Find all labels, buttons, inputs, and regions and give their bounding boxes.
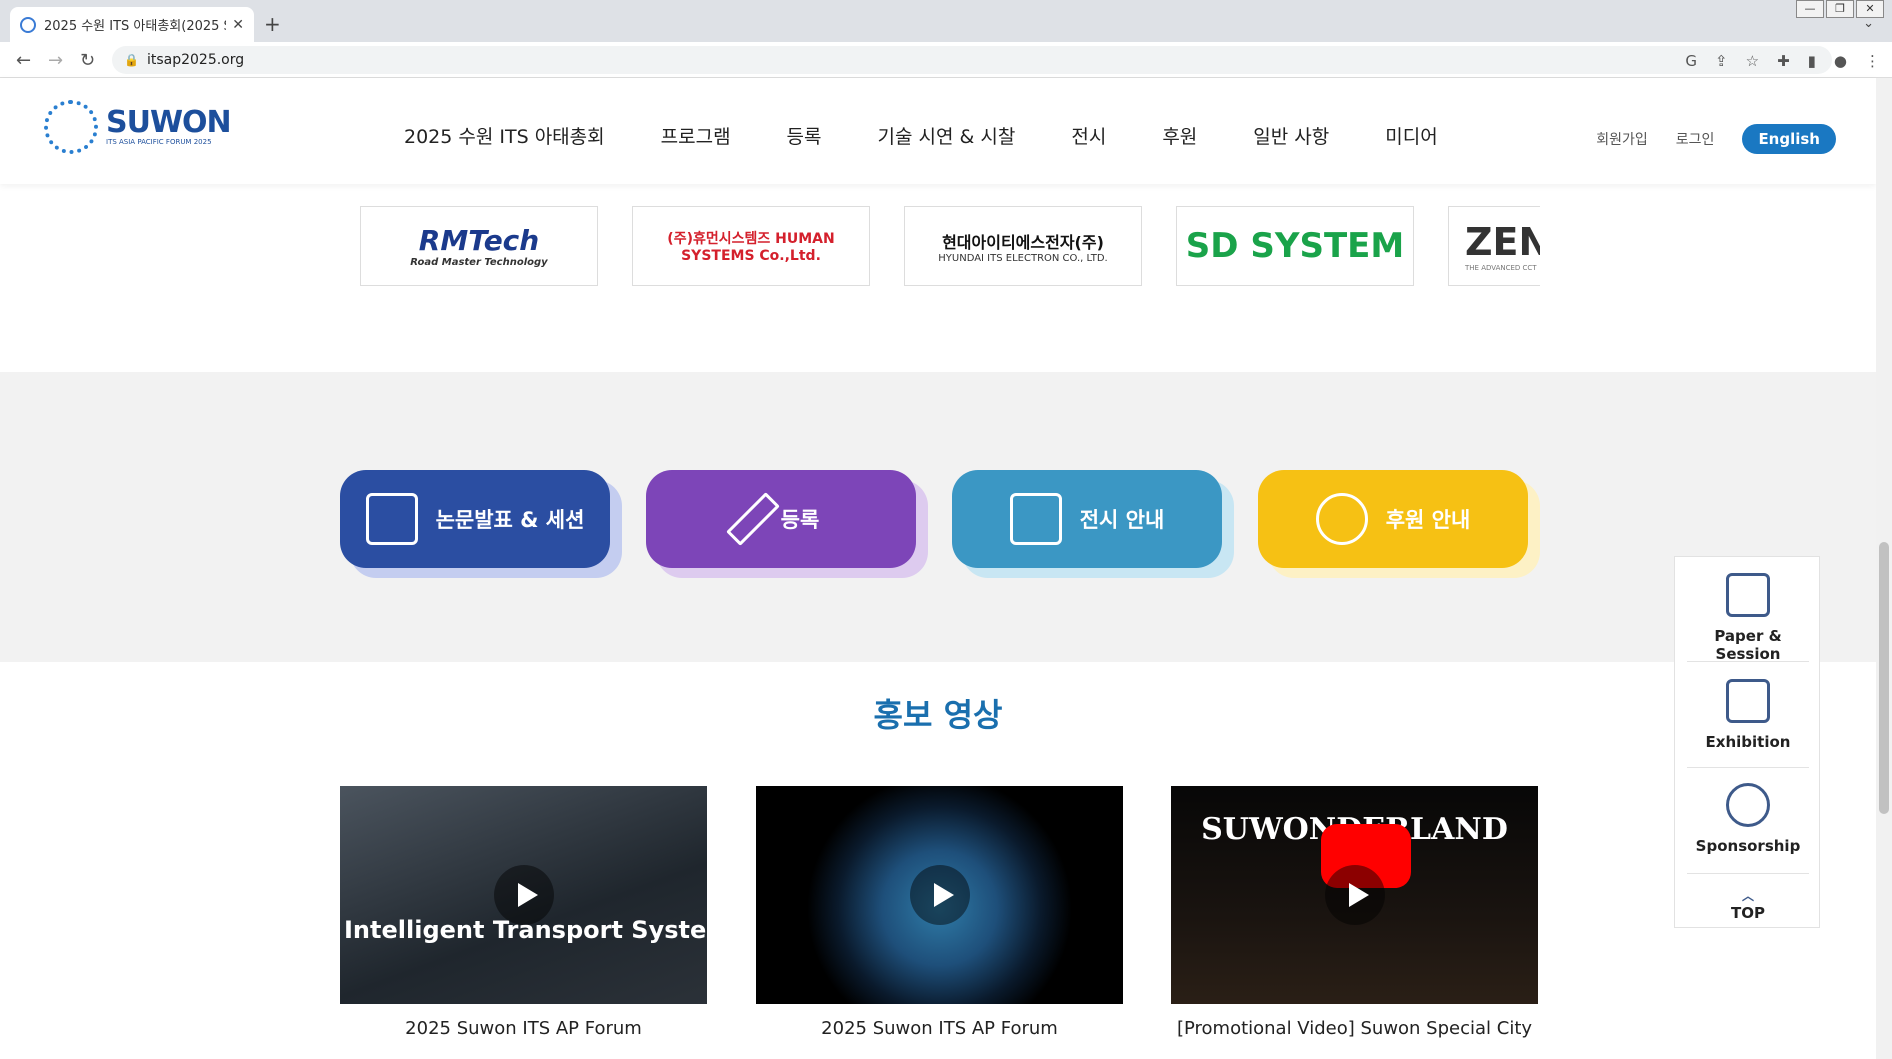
back-icon[interactable]: ← bbox=[16, 50, 31, 71]
minimize-icon[interactable]: — bbox=[1796, 0, 1824, 18]
quick-link-exhibition[interactable]: 전시 안내 bbox=[952, 470, 1234, 580]
share-icon[interactable]: ⇪ bbox=[1715, 52, 1728, 70]
reload-icon[interactable]: ↻ bbox=[80, 50, 95, 71]
video-thumbnail[interactable]: Intelligent Transport Systems bbox=[340, 786, 707, 1004]
quick-links-section: 논문발표 & 세션 등록 전시 안내 후원 안내 bbox=[0, 372, 1876, 662]
menu-icon[interactable]: ⋮ bbox=[1865, 52, 1880, 70]
quick-link-label: 전시 안내 bbox=[1079, 508, 1165, 532]
sponsor-name: (주)휴먼시스템즈 HUMAN SYSTEMS Co.,Ltd. bbox=[667, 231, 835, 264]
main-nav: 2025 수원 ITS 아태총회 프로그램 등록 기술 시연 & 시찰 전시 후… bbox=[404, 122, 1438, 149]
floating-quick-menu: Paper & Session Exhibition Sponsorship ︿… bbox=[1674, 556, 1820, 928]
english-button[interactable]: English bbox=[1742, 124, 1836, 154]
video-caption[interactable]: 2025 Suwon ITS AP Forum bbox=[756, 1018, 1123, 1039]
login-link[interactable]: 로그인 bbox=[1676, 129, 1715, 149]
restore-icon[interactable]: ❐ bbox=[1826, 0, 1854, 18]
quick-link-label: 등록 bbox=[780, 508, 820, 532]
video-thumbnail[interactable]: SUWONDERLAND bbox=[1171, 786, 1538, 1004]
nav-item-tech-tour[interactable]: 기술 시연 & 시찰 bbox=[878, 122, 1016, 149]
browser-tab[interactable]: 2025 수원 ITS 아태총회(2025 Su ✕ bbox=[10, 7, 254, 42]
hand-coin-icon bbox=[1315, 493, 1368, 545]
page-scrollbar[interactable] bbox=[1876, 78, 1892, 1059]
side-item-label: Sponsorship bbox=[1695, 837, 1801, 855]
top-label: TOP bbox=[1731, 904, 1765, 922]
star-icon[interactable]: ☆ bbox=[1746, 52, 1759, 70]
quick-link-label: 논문발표 & 세션 bbox=[435, 508, 585, 532]
nav-item-exhibition[interactable]: 전시 bbox=[1071, 122, 1106, 149]
sponsor-name: ZEN bbox=[1465, 220, 1540, 264]
sponsor-name: SD SYSTEM bbox=[1185, 226, 1405, 266]
quick-link-registration[interactable]: 등록 bbox=[646, 470, 928, 580]
forward-icon[interactable]: → bbox=[48, 50, 63, 71]
browser-tab-bar: 2025 수원 ITS 아태총회(2025 Su ✕ + ⌄ — ❐ ✕ bbox=[0, 0, 1892, 42]
globe-icon bbox=[20, 16, 36, 33]
people-icon bbox=[1726, 783, 1770, 827]
site-logo[interactable]: SUWON ITS ASIA PACIFIC FORUM 2025 bbox=[44, 100, 232, 154]
lock-icon: 🔒 bbox=[124, 53, 139, 67]
window-controls: — ❐ ✕ bbox=[1796, 0, 1884, 18]
extensions-icon[interactable]: ✚ bbox=[1777, 52, 1790, 70]
sponsor-name: 현대아이티에스전자(주) bbox=[942, 232, 1104, 252]
close-window-icon[interactable]: ✕ bbox=[1856, 0, 1884, 18]
site-header: SUWON ITS ASIA PACIFIC FORUM 2025 2025 수… bbox=[0, 78, 1876, 184]
video-caption[interactable]: 2025 Suwon ITS AP Forum bbox=[340, 1018, 707, 1039]
plus-icon[interactable]: + bbox=[264, 12, 281, 36]
url-text: itsap2025.org bbox=[146, 52, 245, 68]
nav-item-forum[interactable]: 2025 수원 ITS 아태총회 bbox=[404, 122, 605, 149]
nav-item-registration[interactable]: 등록 bbox=[787, 122, 822, 149]
sponsor-logo[interactable]: SD SYSTEM bbox=[1176, 206, 1414, 286]
url-field[interactable]: 🔒 itsap2025.org bbox=[112, 46, 1832, 74]
tab-title: 2025 수원 ITS 아태총회(2025 Su bbox=[44, 19, 227, 34]
header-actions: 회원가입 로그인 English bbox=[1596, 124, 1836, 154]
exhibition-icon bbox=[1009, 493, 1062, 545]
chevron-down-icon[interactable]: ⌄ bbox=[1863, 16, 1874, 31]
scroll-top-button[interactable]: ︿ TOP bbox=[1685, 887, 1811, 922]
nav-item-media[interactable]: 미디어 bbox=[1385, 122, 1437, 149]
logo-text: SUWON bbox=[106, 105, 232, 140]
close-icon[interactable]: ✕ bbox=[232, 17, 244, 33]
play-icon[interactable] bbox=[1324, 865, 1385, 925]
browser-extensions: G ⇪ ☆ ✚ ▮ ● ⋮ bbox=[1685, 52, 1880, 70]
promo-section-title: 홍보 영상 bbox=[873, 696, 1003, 734]
side-item-label: Paper & Session bbox=[1714, 627, 1782, 663]
sponsor-logo[interactable]: ZEN THE ADVANCED CCT bbox=[1448, 206, 1540, 286]
nav-item-sponsorship[interactable]: 후원 bbox=[1162, 122, 1197, 149]
side-item-label: Exhibition bbox=[1705, 733, 1791, 751]
sponsor-logo[interactable]: RMTech Road Master Technology bbox=[360, 206, 598, 286]
quick-link-label: 후원 안내 bbox=[1385, 508, 1471, 532]
sidepanel-icon[interactable]: ▮ bbox=[1808, 52, 1816, 70]
sponsor-subname: THE ADVANCED CCT bbox=[1465, 264, 1537, 272]
pencil-icon bbox=[725, 492, 780, 546]
document-check-icon bbox=[1726, 573, 1770, 617]
sponsor-name: RMTech bbox=[418, 224, 540, 257]
chevron-up-icon: ︿ bbox=[1741, 889, 1754, 903]
sponsor-logo[interactable]: (주)휴먼시스템즈 HUMAN SYSTEMS Co.,Ltd. bbox=[632, 206, 870, 286]
side-item-sponsorship[interactable]: Sponsorship bbox=[1685, 783, 1811, 855]
profile-icon[interactable]: ● bbox=[1834, 52, 1847, 70]
nav-item-program[interactable]: 프로그램 bbox=[661, 122, 731, 149]
nav-item-general-info[interactable]: 일반 사항 bbox=[1253, 122, 1329, 149]
play-icon[interactable] bbox=[493, 865, 554, 925]
video-caption[interactable]: [Promotional Video] Suwon Special City bbox=[1171, 1018, 1538, 1039]
quick-link-paper[interactable]: 논문발표 & 세션 bbox=[340, 470, 622, 580]
google-icon[interactable]: G bbox=[1685, 52, 1697, 70]
side-item-paper-session[interactable]: Paper & Session bbox=[1685, 573, 1811, 663]
quick-link-sponsorship[interactable]: 후원 안내 bbox=[1258, 470, 1540, 580]
play-icon[interactable] bbox=[909, 865, 970, 925]
address-bar: ← → ↻ 🔒 itsap2025.org G ⇪ ☆ ✚ ▮ ● ⋮ bbox=[0, 42, 1892, 78]
signup-link[interactable]: 회원가입 bbox=[1596, 129, 1648, 149]
logo-mark-icon bbox=[44, 100, 98, 154]
presentation-icon bbox=[365, 493, 418, 545]
sponsor-carousel: RMTech Road Master Technology (주)휴먼시스템즈 … bbox=[360, 206, 1540, 286]
exhibition-icon bbox=[1726, 679, 1770, 723]
video-thumbnail[interactable] bbox=[756, 786, 1123, 1004]
sponsor-subname: Road Master Technology bbox=[410, 257, 548, 268]
sponsor-logo[interactable]: 현대아이티에스전자(주) HYUNDAI ITS ELECTRON CO., L… bbox=[904, 206, 1142, 286]
side-item-exhibition[interactable]: Exhibition bbox=[1685, 679, 1811, 751]
sponsor-subname: HYUNDAI ITS ELECTRON CO., LTD. bbox=[938, 252, 1108, 264]
scrollbar-thumb[interactable] bbox=[1879, 542, 1889, 814]
